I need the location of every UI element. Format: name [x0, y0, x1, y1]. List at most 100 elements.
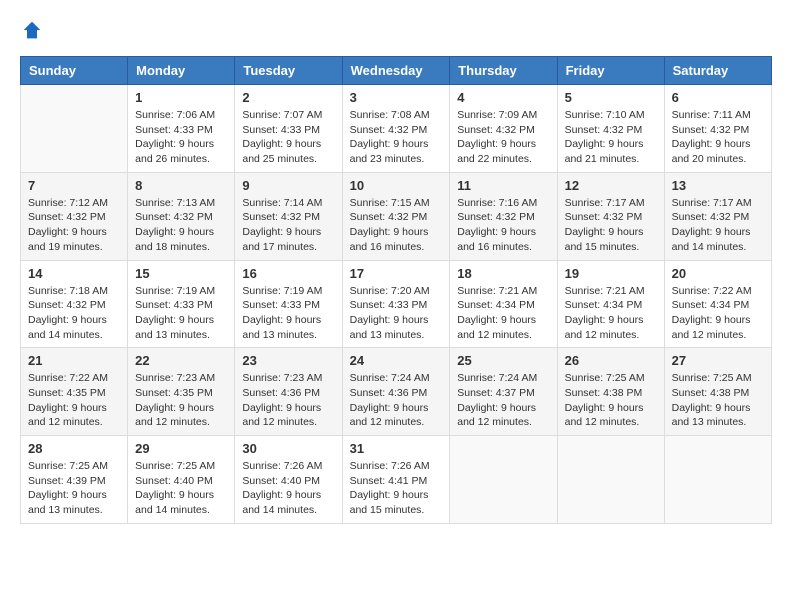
day-info: Sunrise: 7:25 AM Sunset: 4:39 PM Dayligh…	[28, 459, 120, 518]
day-info: Sunrise: 7:07 AM Sunset: 4:33 PM Dayligh…	[242, 108, 334, 167]
calendar-day-cell: 4 Sunrise: 7:09 AM Sunset: 4:32 PM Daylig…	[450, 85, 557, 173]
calendar-header-row: SundayMondayTuesdayWednesdayThursdayFrid…	[21, 57, 772, 85]
calendar-day-cell: 7 Sunrise: 7:12 AM Sunset: 4:32 PM Daylig…	[21, 172, 128, 260]
calendar-day-cell: 5 Sunrise: 7:10 AM Sunset: 4:32 PM Daylig…	[557, 85, 664, 173]
logo	[20, 20, 42, 40]
day-info: Sunrise: 7:17 AM Sunset: 4:32 PM Dayligh…	[565, 196, 657, 255]
calendar-table: SundayMondayTuesdayWednesdayThursdayFrid…	[20, 56, 772, 524]
day-number: 13	[672, 178, 764, 193]
day-number: 10	[350, 178, 443, 193]
calendar-day-cell	[21, 85, 128, 173]
day-number: 26	[565, 353, 657, 368]
calendar-day-cell: 19 Sunrise: 7:21 AM Sunset: 4:34 PM Dayli…	[557, 260, 664, 348]
day-number: 21	[28, 353, 120, 368]
calendar-week-row: 21 Sunrise: 7:22 AM Sunset: 4:35 PM Dayli…	[21, 348, 772, 436]
weekday-header: Sunday	[21, 57, 128, 85]
calendar-day-cell: 10 Sunrise: 7:15 AM Sunset: 4:32 PM Dayli…	[342, 172, 450, 260]
day-info: Sunrise: 7:23 AM Sunset: 4:35 PM Dayligh…	[135, 371, 227, 430]
calendar-day-cell	[557, 436, 664, 524]
day-number: 12	[565, 178, 657, 193]
calendar-day-cell: 12 Sunrise: 7:17 AM Sunset: 4:32 PM Dayli…	[557, 172, 664, 260]
day-info: Sunrise: 7:20 AM Sunset: 4:33 PM Dayligh…	[350, 284, 443, 343]
day-info: Sunrise: 7:09 AM Sunset: 4:32 PM Dayligh…	[457, 108, 549, 167]
day-info: Sunrise: 7:25 AM Sunset: 4:40 PM Dayligh…	[135, 459, 227, 518]
calendar-day-cell: 14Sunrise: 7:18 AM Sunset: 4:32 PM Dayli…	[21, 260, 128, 348]
day-number: 19	[565, 266, 657, 281]
day-number: 6	[672, 90, 764, 105]
calendar-day-cell: 3 Sunrise: 7:08 AM Sunset: 4:32 PM Daylig…	[342, 85, 450, 173]
calendar-day-cell: 25Sunrise: 7:24 AM Sunset: 4:37 PM Dayli…	[450, 348, 557, 436]
calendar-day-cell: 11Sunrise: 7:16 AM Sunset: 4:32 PM Dayli…	[450, 172, 557, 260]
day-number: 1	[135, 90, 227, 105]
day-info: Sunrise: 7:24 AM Sunset: 4:36 PM Dayligh…	[350, 371, 443, 430]
day-number: 27	[672, 353, 764, 368]
calendar-day-cell	[450, 436, 557, 524]
calendar-day-cell: 20 Sunrise: 7:22 AM Sunset: 4:34 PM Dayli…	[664, 260, 771, 348]
day-info: Sunrise: 7:15 AM Sunset: 4:32 PM Dayligh…	[350, 196, 443, 255]
day-info: Sunrise: 7:08 AM Sunset: 4:32 PM Dayligh…	[350, 108, 443, 167]
day-info: Sunrise: 7:25 AM Sunset: 4:38 PM Dayligh…	[672, 371, 764, 430]
calendar-day-cell: 24 Sunrise: 7:24 AM Sunset: 4:36 PM Dayli…	[342, 348, 450, 436]
day-info: Sunrise: 7:10 AM Sunset: 4:32 PM Dayligh…	[565, 108, 657, 167]
day-info: Sunrise: 7:19 AM Sunset: 4:33 PM Dayligh…	[135, 284, 227, 343]
calendar-day-cell: 16 Sunrise: 7:19 AM Sunset: 4:33 PM Dayli…	[235, 260, 342, 348]
calendar-day-cell: 8 Sunrise: 7:13 AM Sunset: 4:32 PM Daylig…	[128, 172, 235, 260]
day-info: Sunrise: 7:11 AM Sunset: 4:32 PM Dayligh…	[672, 108, 764, 167]
calendar-day-cell: 31 Sunrise: 7:26 AM Sunset: 4:41 PM Dayli…	[342, 436, 450, 524]
day-number: 14	[28, 266, 120, 281]
day-number: 9	[242, 178, 334, 193]
day-number: 20	[672, 266, 764, 281]
day-number: 16	[242, 266, 334, 281]
day-info: Sunrise: 7:14 AM Sunset: 4:32 PM Dayligh…	[242, 196, 334, 255]
weekday-header: Monday	[128, 57, 235, 85]
weekday-header: Wednesday	[342, 57, 450, 85]
calendar-day-cell: 22Sunrise: 7:23 AM Sunset: 4:35 PM Dayli…	[128, 348, 235, 436]
day-info: Sunrise: 7:06 AM Sunset: 4:33 PM Dayligh…	[135, 108, 227, 167]
day-number: 31	[350, 441, 443, 456]
day-number: 3	[350, 90, 443, 105]
weekday-header: Tuesday	[235, 57, 342, 85]
page-header	[20, 20, 772, 40]
day-number: 30	[242, 441, 334, 456]
day-info: Sunrise: 7:26 AM Sunset: 4:41 PM Dayligh…	[350, 459, 443, 518]
day-number: 4	[457, 90, 549, 105]
day-info: Sunrise: 7:16 AM Sunset: 4:32 PM Dayligh…	[457, 196, 549, 255]
calendar-day-cell: 13 Sunrise: 7:17 AM Sunset: 4:32 PM Dayli…	[664, 172, 771, 260]
day-number: 8	[135, 178, 227, 193]
day-info: Sunrise: 7:19 AM Sunset: 4:33 PM Dayligh…	[242, 284, 334, 343]
calendar-day-cell: 6 Sunrise: 7:11 AM Sunset: 4:32 PM Daylig…	[664, 85, 771, 173]
day-info: Sunrise: 7:17 AM Sunset: 4:32 PM Dayligh…	[672, 196, 764, 255]
weekday-header: Thursday	[450, 57, 557, 85]
calendar-day-cell: 26Sunrise: 7:25 AM Sunset: 4:38 PM Dayli…	[557, 348, 664, 436]
day-number: 5	[565, 90, 657, 105]
calendar-week-row: 7 Sunrise: 7:12 AM Sunset: 4:32 PM Daylig…	[21, 172, 772, 260]
calendar-day-cell: 18Sunrise: 7:21 AM Sunset: 4:34 PM Dayli…	[450, 260, 557, 348]
day-info: Sunrise: 7:26 AM Sunset: 4:40 PM Dayligh…	[242, 459, 334, 518]
day-info: Sunrise: 7:21 AM Sunset: 4:34 PM Dayligh…	[565, 284, 657, 343]
weekday-header: Saturday	[664, 57, 771, 85]
day-number: 24	[350, 353, 443, 368]
day-number: 18	[457, 266, 549, 281]
calendar-day-cell: 27 Sunrise: 7:25 AM Sunset: 4:38 PM Dayli…	[664, 348, 771, 436]
day-info: Sunrise: 7:23 AM Sunset: 4:36 PM Dayligh…	[242, 371, 334, 430]
day-info: Sunrise: 7:22 AM Sunset: 4:34 PM Dayligh…	[672, 284, 764, 343]
calendar-day-cell: 15 Sunrise: 7:19 AM Sunset: 4:33 PM Dayli…	[128, 260, 235, 348]
day-info: Sunrise: 7:22 AM Sunset: 4:35 PM Dayligh…	[28, 371, 120, 430]
day-number: 23	[242, 353, 334, 368]
calendar-day-cell: 17Sunrise: 7:20 AM Sunset: 4:33 PM Dayli…	[342, 260, 450, 348]
day-info: Sunrise: 7:13 AM Sunset: 4:32 PM Dayligh…	[135, 196, 227, 255]
calendar-day-cell: 21 Sunrise: 7:22 AM Sunset: 4:35 PM Dayli…	[21, 348, 128, 436]
calendar-day-cell: 9 Sunrise: 7:14 AM Sunset: 4:32 PM Daylig…	[235, 172, 342, 260]
logo-icon	[22, 20, 42, 40]
calendar-day-cell: 30 Sunrise: 7:26 AM Sunset: 4:40 PM Dayli…	[235, 436, 342, 524]
calendar-day-cell: 28Sunrise: 7:25 AM Sunset: 4:39 PM Dayli…	[21, 436, 128, 524]
day-info: Sunrise: 7:12 AM Sunset: 4:32 PM Dayligh…	[28, 196, 120, 255]
calendar-day-cell: 2Sunrise: 7:07 AM Sunset: 4:33 PM Daylig…	[235, 85, 342, 173]
day-number: 15	[135, 266, 227, 281]
calendar-week-row: 1 Sunrise: 7:06 AM Sunset: 4:33 PM Daylig…	[21, 85, 772, 173]
day-number: 25	[457, 353, 549, 368]
calendar-day-cell: 23 Sunrise: 7:23 AM Sunset: 4:36 PM Dayli…	[235, 348, 342, 436]
day-number: 29	[135, 441, 227, 456]
calendar-week-row: 14Sunrise: 7:18 AM Sunset: 4:32 PM Dayli…	[21, 260, 772, 348]
day-number: 7	[28, 178, 120, 193]
